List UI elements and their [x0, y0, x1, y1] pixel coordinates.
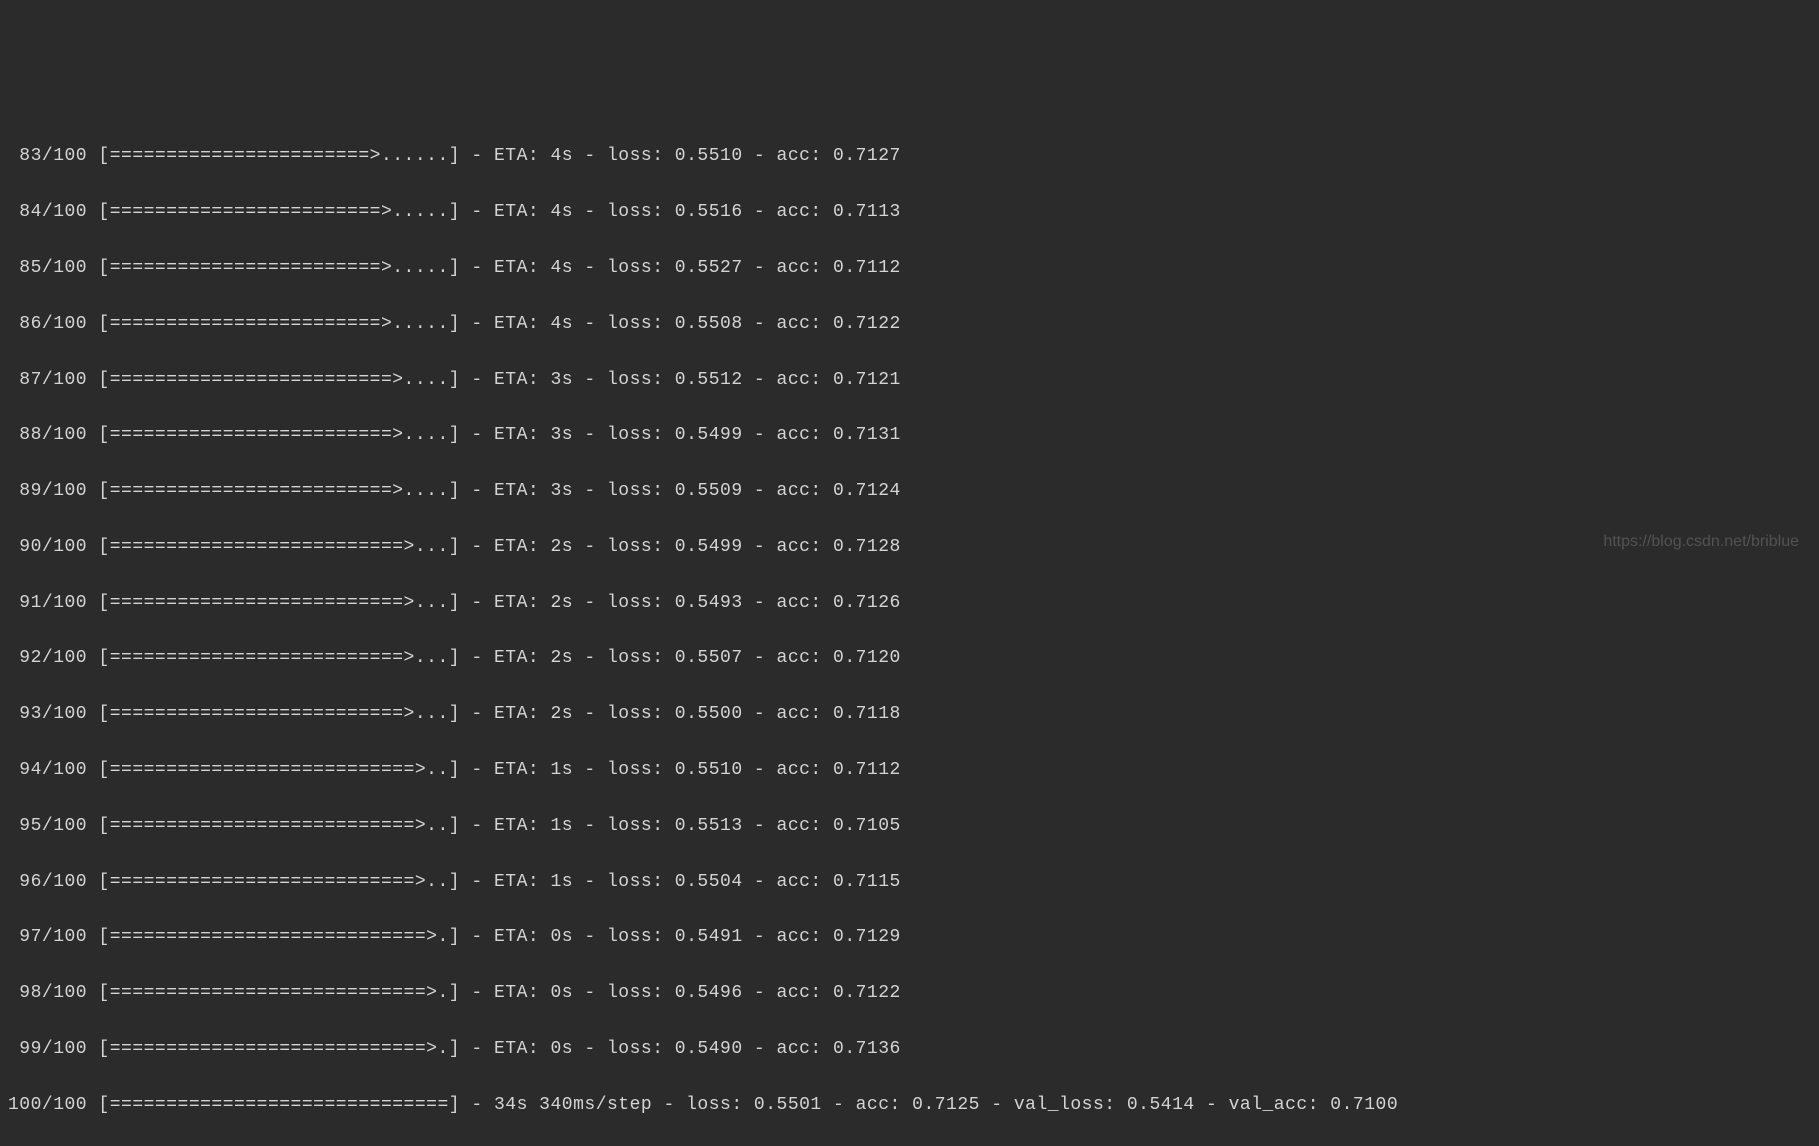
training-log-line: 98/100 [============================>.] …: [8, 980, 1811, 1008]
training-log-line: 84/100 [========================>.....] …: [8, 199, 1811, 227]
training-log-line: 85/100 [========================>.....] …: [8, 255, 1811, 283]
training-log-line: 88/100 [=========================>....] …: [8, 422, 1811, 450]
training-log-line: 93/100 [==========================>...] …: [8, 701, 1811, 729]
training-log-line: 92/100 [==========================>...] …: [8, 645, 1811, 673]
terminal-output: 83/100 [=======================>......] …: [8, 116, 1811, 1146]
training-log-line: 90/100 [==========================>...] …: [8, 534, 1811, 562]
training-log-line: 83/100 [=======================>......] …: [8, 143, 1811, 171]
training-log-line: 94/100 [===========================>..] …: [8, 757, 1811, 785]
training-log-line: 97/100 [============================>.] …: [8, 924, 1811, 952]
watermark-text: https://blog.csdn.net/briblue: [1603, 530, 1799, 555]
training-log-line: 99/100 [============================>.] …: [8, 1036, 1811, 1064]
training-log-line: 89/100 [=========================>....] …: [8, 478, 1811, 506]
training-log-line: 100/100 [==============================]…: [8, 1092, 1811, 1120]
training-log-line: 87/100 [=========================>....] …: [8, 367, 1811, 395]
training-log-line: 86/100 [========================>.....] …: [8, 311, 1811, 339]
training-log-line: 91/100 [==========================>...] …: [8, 590, 1811, 618]
training-log-line: 96/100 [===========================>..] …: [8, 869, 1811, 897]
training-log-line: 95/100 [===========================>..] …: [8, 813, 1811, 841]
